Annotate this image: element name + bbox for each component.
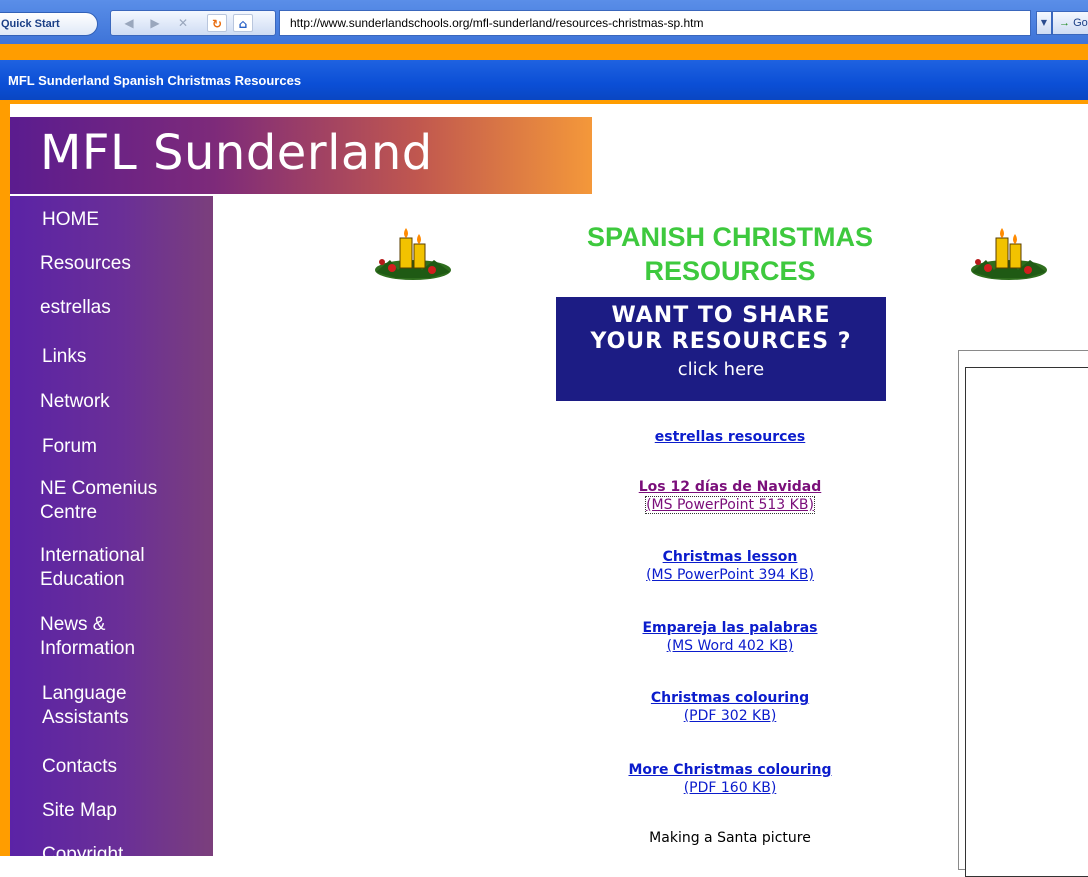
resource-item: Empareja las palabras (MS Word 402 KB) <box>440 620 1020 654</box>
sidebar-item-copyright[interactable]: Copyright <box>42 843 123 867</box>
resource-file-info[interactable]: (MS PowerPoint 394 KB) <box>646 567 814 583</box>
banner-text: WANT TO SHARE <box>611 303 831 328</box>
resource-file-info[interactable]: (MS PowerPoint 513 KB) <box>645 496 815 514</box>
sidebar-item-label: Language <box>42 683 127 704</box>
banner-click-here: click here <box>677 359 765 380</box>
resource-text: Making a Santa picture <box>649 830 811 846</box>
resource-item: Christmas colouring (PDF 302 KB) <box>440 690 1020 724</box>
sidebar-item-links[interactable]: Links <box>42 345 86 369</box>
resource-link[interactable]: Los 12 días de Navidad <box>639 479 822 495</box>
sidebar-item-language-assistants[interactable]: Language Assistants <box>42 682 129 730</box>
side-panel-frame <box>958 350 1088 877</box>
resource-link[interactable]: Christmas lesson <box>663 549 798 565</box>
sidebar-item-estrellas[interactable]: estrellas <box>40 296 111 320</box>
sidebar-item-site-map[interactable]: Site Map <box>42 799 117 823</box>
sidebar-item-home[interactable]: HOME <box>42 208 99 232</box>
banner-text: YOUR RESOURCES ? <box>590 329 852 354</box>
forward-icon[interactable]: ▶ <box>145 14 165 32</box>
refresh-icon[interactable]: ↻ <box>207 14 227 32</box>
go-arrow-icon: → <box>1059 17 1070 29</box>
sidebar-item-label: International <box>40 545 145 566</box>
resource-item: More Christmas colouring (PDF 160 KB) <box>440 762 1020 796</box>
resource-file-info[interactable]: (PDF 302 KB) <box>684 708 777 724</box>
back-icon[interactable]: ◀ <box>119 14 139 32</box>
address-bar[interactable]: http://www.sunderlandschools.org/mfl-sun… <box>279 10 1031 36</box>
browser-toolbar: Quick Start ◀ ▶ ✕ ↻ ⌂ http://www.sunderl… <box>0 0 1088 44</box>
resource-link[interactable]: estrellas resources <box>655 429 806 445</box>
sidebar-item-label: Centre <box>40 502 98 523</box>
sidebar-item-label: Assistants <box>42 707 129 728</box>
resource-link[interactable]: More Christmas colouring <box>628 762 831 778</box>
resource-item: estrellas resources <box>440 429 1020 445</box>
resource-link[interactable]: Empareja las palabras <box>642 620 817 636</box>
page-title: SPANISH CHRISTMAS RESOURCES <box>500 220 960 288</box>
quick-start-button[interactable]: Quick Start <box>0 12 98 36</box>
sidebar-item-ne-comenius-centre[interactable]: NE Comenius Centre <box>40 477 157 525</box>
go-label: Go <box>1073 17 1088 29</box>
window-frame-left <box>0 104 10 856</box>
sidebar-item-forum[interactable]: Forum <box>42 435 97 459</box>
share-resources-banner[interactable]: WANT TO SHARE YOUR RESOURCES ? click her… <box>556 297 886 401</box>
titlebar-divider <box>0 100 1088 104</box>
sidebar-item-contacts[interactable]: Contacts <box>42 755 117 779</box>
resource-file-info[interactable]: (MS Word 402 KB) <box>667 638 794 654</box>
window-frame <box>0 44 1088 60</box>
side-panel <box>965 367 1088 877</box>
sidebar-item-news-information[interactable]: News & Information <box>40 613 135 661</box>
sidebar-item-label: Education <box>40 569 125 590</box>
page-title-line: RESOURCES <box>644 256 816 286</box>
home-icon[interactable]: ⌂ <box>233 14 253 32</box>
sidebar-item-network[interactable]: Network <box>40 390 110 414</box>
window-titlebar: MFL Sunderland Spanish Christmas Resourc… <box>0 60 1088 100</box>
stop-icon[interactable]: ✕ <box>173 14 193 32</box>
resource-item: Christmas lesson (MS PowerPoint 394 KB) <box>440 549 1020 583</box>
site-logo[interactable]: MFL Sunderland <box>10 117 592 194</box>
sidebar-item-label: NE Comenius <box>40 478 158 499</box>
resource-item: Making a Santa picture <box>440 830 1020 846</box>
sidebar-nav: HOME Resources estrellas Links Network F… <box>10 196 213 865</box>
sidebar-item-label: News & <box>40 614 106 635</box>
go-button[interactable]: → Go <box>1052 11 1088 35</box>
sidebar-item-resources[interactable]: Resources <box>40 252 131 276</box>
candle-decoration-icon <box>375 228 451 280</box>
window-title: MFL Sunderland Spanish Christmas Resourc… <box>8 73 302 88</box>
sidebar-item-label: Information <box>40 638 136 659</box>
logo-text: MFL Sunderland <box>40 125 433 181</box>
address-dropdown-icon[interactable]: ▼ <box>1036 11 1052 35</box>
resource-link[interactable]: Christmas colouring <box>651 690 809 706</box>
sidebar-item-international-education[interactable]: International Education <box>40 544 145 592</box>
candle-decoration-icon <box>971 228 1047 280</box>
page-title-line: SPANISH CHRISTMAS <box>586 222 874 252</box>
resource-item: Los 12 días de Navidad (MS PowerPoint 51… <box>440 479 1020 514</box>
navigation-buttons: ◀ ▶ ✕ ↻ ⌂ <box>110 10 276 36</box>
resource-file-info[interactable]: (PDF 160 KB) <box>684 780 777 796</box>
